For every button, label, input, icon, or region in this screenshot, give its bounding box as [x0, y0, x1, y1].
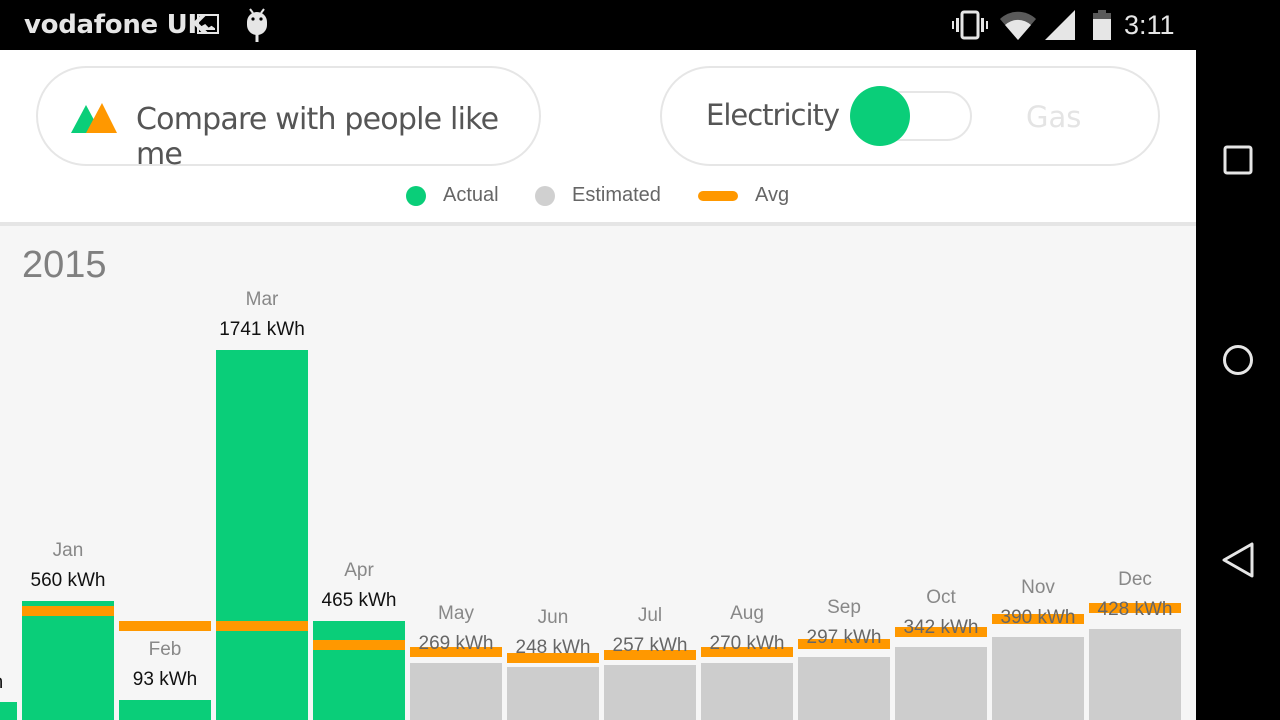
legend-avg: Avg [698, 184, 789, 207]
carrier-name: vodafone UK [24, 10, 208, 40]
status-bar: vodafone UK 3:11 [0, 0, 1196, 50]
month-label-nov: Nov [1021, 577, 1055, 599]
bar-may[interactable] [410, 662, 502, 720]
bar-jun[interactable] [507, 667, 599, 720]
compare-button[interactable]: Compare with people like me [36, 66, 541, 172]
avg-swatch-icon [698, 190, 738, 201]
legend-estimated-label: Estimated [572, 184, 661, 206]
value-label-aug: 270 kWh [709, 632, 785, 654]
value-label-mar: 1741 kWh [219, 319, 305, 341]
month-label-apr: Apr [344, 560, 374, 582]
legend-actual-label: Actual [443, 184, 499, 206]
bar-jul[interactable] [604, 665, 696, 720]
estimated-swatch-icon [535, 185, 555, 206]
energy-type-switch: Electricity Gas [660, 66, 1160, 166]
wifi-icon [1000, 11, 1036, 40]
value-label-jul: 257 kWh [612, 635, 688, 657]
home-circle-icon [1223, 345, 1253, 375]
value-label-jan: 560 kWh [30, 570, 106, 591]
energy-toggle[interactable] [850, 86, 972, 146]
chart-legend: Actual Estimated Avg [0, 184, 1196, 210]
android-debug-icon [247, 8, 267, 42]
vibrate-icon [952, 10, 988, 40]
value-label-may: 269 kWh [418, 632, 494, 654]
cell-signal-icon [1045, 10, 1075, 40]
value-label-oct: 342 kWh [903, 617, 979, 639]
legend-estimated: Estimated [535, 184, 661, 207]
month-label-jun: Jun [537, 607, 569, 629]
compare-logo-icon [71, 103, 117, 133]
avg-line-feb [119, 621, 211, 632]
bar-jan[interactable] [22, 601, 114, 720]
bar-mar[interactable] [216, 350, 308, 720]
bar-feb[interactable] [119, 700, 211, 720]
value-label-nov: 390 kWh [1000, 607, 1076, 629]
legend-avg-label: Avg [755, 184, 790, 206]
previous-month-bar[interactable] [0, 701, 17, 720]
bar-oct[interactable] [895, 647, 987, 720]
value-label-jun: 248 kWh [515, 637, 591, 659]
avg-line-mar [216, 621, 308, 632]
recents-button[interactable] [1218, 140, 1258, 180]
app-content: 85 kWh Jan 560 kWh Feb 93 kWh Mar 1741 kWh Apr 4… [0, 50, 1196, 720]
bar-apr[interactable] [313, 621, 405, 720]
previous-month-value-label: 85 kWh [0, 672, 17, 694]
gas-label[interactable]: Gas [1026, 100, 1081, 134]
back-button[interactable] [1218, 540, 1258, 580]
bar-dec[interactable] [1089, 629, 1181, 720]
bar-sep[interactable] [798, 656, 890, 720]
month-label-aug: Aug [730, 602, 764, 624]
avg-line-apr [313, 639, 405, 650]
month-label-jul: Jul [637, 605, 663, 627]
value-label-dec: 428 kWh [1097, 599, 1173, 621]
recents-square-icon [1223, 145, 1253, 175]
bar-nov[interactable] [992, 637, 1084, 720]
compare-label: Compare with people like me [136, 102, 499, 172]
home-button[interactable] [1218, 340, 1258, 380]
navigation-bar [1196, 0, 1280, 720]
month-label-dec: Dec [1118, 569, 1152, 591]
clock: 3:11 [1124, 10, 1175, 40]
actual-swatch-icon [406, 185, 426, 206]
year-label: 2015 [22, 244, 107, 286]
month-label-feb: Feb [148, 639, 182, 661]
month-label-may: May [438, 602, 474, 624]
month-label-oct: Oct [926, 587, 956, 609]
avg-line-jan [22, 605, 114, 616]
legend-actual: Actual [406, 184, 499, 207]
electricity-label[interactable]: Electricity [706, 98, 840, 132]
value-label-apr: 465 kWh [321, 590, 397, 612]
image-icon [197, 14, 219, 34]
month-label-jan: Jan [52, 540, 84, 561]
battery-icon [1093, 10, 1111, 40]
toggle-knob[interactable] [850, 86, 910, 146]
value-label-sep: 297 kWh [806, 626, 882, 648]
header: Compare with people like me Electricity … [0, 50, 1196, 226]
month-label-mar: Mar [245, 289, 279, 311]
back-triangle-icon [1222, 542, 1254, 578]
month-label-sep: Sep [827, 596, 861, 618]
value-label-feb: 93 kWh [132, 669, 198, 691]
bar-aug[interactable] [701, 662, 793, 720]
